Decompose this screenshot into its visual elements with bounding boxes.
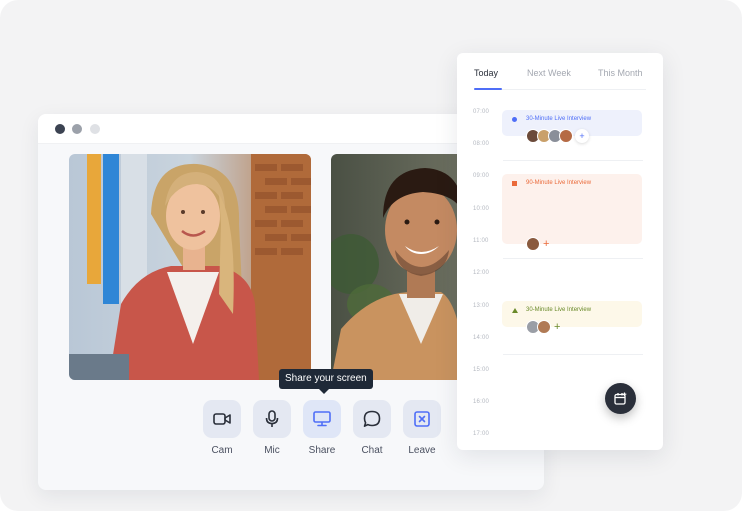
attendee-avatar[interactable] bbox=[537, 320, 551, 334]
add-attendee-button[interactable]: + bbox=[575, 129, 589, 143]
add-event-button[interactable] bbox=[605, 383, 636, 414]
tab-next-week[interactable]: Next Week bbox=[527, 68, 571, 78]
mic-label: Mic bbox=[264, 445, 280, 456]
close-square-icon bbox=[414, 411, 430, 427]
time-label: 14:00 bbox=[473, 335, 490, 341]
add-attendee-button[interactable]: + bbox=[554, 320, 560, 334]
calendar-add-icon bbox=[614, 392, 627, 405]
window-minimize-dot[interactable] bbox=[72, 124, 82, 134]
chat-bubble-icon bbox=[363, 410, 381, 427]
share-button-surface[interactable] bbox=[303, 400, 341, 438]
share-button[interactable]: Share bbox=[303, 400, 341, 456]
video-camera-icon bbox=[213, 413, 231, 425]
row-divider bbox=[503, 354, 643, 355]
leave-label: Leave bbox=[408, 445, 436, 456]
event-title: 90-Minute Live Interview bbox=[526, 180, 592, 186]
time-label: 15:00 bbox=[473, 367, 490, 373]
participant-video-woman bbox=[69, 154, 311, 380]
microphone-icon bbox=[265, 410, 279, 427]
mic-button-surface[interactable] bbox=[253, 400, 291, 438]
square-marker-icon bbox=[512, 181, 517, 186]
time-label: 07:00 bbox=[473, 109, 490, 115]
attendee-avatar[interactable] bbox=[559, 129, 573, 143]
attendee-avatar[interactable] bbox=[526, 237, 540, 251]
time-label: 16:00 bbox=[473, 399, 490, 405]
window-close-dot[interactable] bbox=[55, 124, 65, 134]
leave-button[interactable]: Leave bbox=[403, 400, 441, 456]
chat-button-surface[interactable] bbox=[353, 400, 391, 438]
share-screen-tooltip: Share your screen bbox=[279, 369, 373, 394]
circle-marker-icon bbox=[512, 117, 517, 122]
time-label: 13:00 bbox=[473, 303, 490, 309]
mic-button[interactable]: Mic bbox=[253, 400, 291, 456]
chat-button[interactable]: Chat bbox=[353, 400, 391, 456]
triangle-marker-icon bbox=[512, 308, 518, 313]
time-label: 12:00 bbox=[473, 270, 490, 276]
row-divider bbox=[503, 160, 643, 161]
event-attendees: + bbox=[526, 237, 549, 251]
active-tab-indicator bbox=[474, 88, 502, 90]
time-label: 17:00 bbox=[473, 431, 490, 437]
time-label: 08:00 bbox=[473, 141, 490, 147]
event-card[interactable]: 30-Minute Live Interview bbox=[502, 301, 642, 327]
cam-button-surface[interactable] bbox=[203, 400, 241, 438]
participant-woman-image bbox=[69, 154, 311, 380]
chat-label: Chat bbox=[361, 445, 383, 456]
cam-button[interactable]: Cam bbox=[203, 400, 241, 456]
time-label: 11:00 bbox=[473, 238, 489, 244]
tab-today[interactable]: Today bbox=[474, 68, 498, 78]
time-label: 09:00 bbox=[473, 173, 490, 179]
time-label: 10:00 bbox=[473, 206, 490, 212]
event-attendees: + bbox=[526, 320, 560, 334]
monitor-share-icon bbox=[313, 411, 331, 427]
event-attendees: + bbox=[526, 129, 589, 143]
event-title: 30-Minute Live Interview bbox=[526, 307, 592, 313]
row-divider bbox=[503, 258, 643, 259]
schedule-tabs: Today Next Week This Month bbox=[474, 53, 646, 90]
add-attendee-button[interactable]: + bbox=[543, 237, 549, 251]
event-title: 30-Minute Live Interview bbox=[526, 116, 592, 122]
leave-button-surface[interactable] bbox=[403, 400, 441, 438]
window-maximize-dot[interactable] bbox=[90, 124, 100, 134]
tab-this-month[interactable]: This Month bbox=[598, 68, 643, 78]
call-controls-bar: Cam Mic Share Chat Leave bbox=[203, 400, 441, 456]
share-label: Share bbox=[308, 445, 336, 456]
cam-label: Cam bbox=[211, 445, 233, 456]
event-card[interactable]: 90-Minute Live Interview bbox=[502, 174, 642, 244]
